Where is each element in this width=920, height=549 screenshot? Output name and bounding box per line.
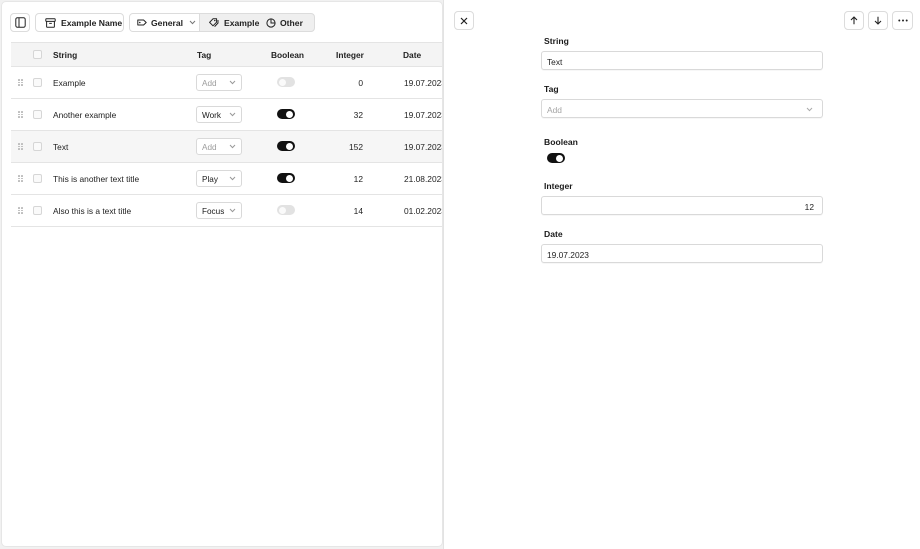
cell-boolean-toggle[interactable] [277,205,295,215]
sidebar-toggle-button[interactable] [10,13,30,32]
previous-record-button[interactable] [844,11,864,30]
example-label: Example [224,17,260,28]
date-input-value: 19.07.2023 [547,249,589,260]
cell-integer[interactable]: 14 [311,206,363,216]
table-row[interactable]: Another example Work 32 19.07.2023 [11,99,442,131]
column-header-tag[interactable]: Tag [197,50,211,60]
table-row[interactable]: This is another text title Play 12 21.08… [11,163,442,195]
drag-handle-icon[interactable] [18,175,23,182]
cell-tag-value: Add [202,142,217,152]
cell-boolean-toggle[interactable] [277,141,295,151]
cell-date[interactable]: 19.07.2023 [404,78,442,88]
other-tab[interactable]: Other [266,14,314,31]
archive-icon [45,17,56,28]
table-row[interactable]: Also this is a text title Focus 14 01.02… [11,195,442,227]
cell-date[interactable]: 01.02.2023 [404,206,442,216]
cell-tag-value: Add [202,78,217,88]
cell-integer[interactable]: 12 [311,174,363,184]
cell-tag-select[interactable]: Focus [196,202,242,219]
cell-tag-value: Play [202,174,218,184]
chevron-down-icon [229,80,236,85]
tag-select-placeholder: Add [547,104,562,115]
chevron-down-icon [189,20,196,25]
close-button[interactable] [454,11,474,30]
row-checkbox[interactable] [33,142,42,151]
cell-string[interactable]: Another example [53,110,116,120]
row-checkbox[interactable] [33,110,42,119]
row-checkbox[interactable] [33,174,42,183]
chevron-down-icon [229,144,236,149]
cell-tag-select[interactable]: Work [196,106,242,123]
detail-panel: String Text Tag Add Boolean Integer 12 D… [443,0,920,549]
select-all-checkbox[interactable] [33,50,42,59]
date-input[interactable]: 19.07.2023 [541,244,823,263]
row-checkbox[interactable] [33,206,42,215]
string-input-value: Text [547,56,563,67]
chevron-down-icon [229,208,236,213]
view-switcher: General Example Other [129,13,315,32]
tags-icon [209,17,219,27]
cell-tag-value: Focus [202,206,225,216]
example-name-button[interactable]: Example Name [35,13,124,32]
chevron-down-icon [806,107,813,112]
cell-tag-select[interactable]: Play [196,170,242,187]
integer-input[interactable]: 12 [541,196,823,215]
column-header-integer[interactable]: Integer [336,50,364,60]
tag-select[interactable]: Add [541,99,823,118]
example-tab[interactable]: Example [209,14,266,31]
cell-date[interactable]: 19.07.2023 [404,110,442,120]
drag-handle-icon[interactable] [18,111,23,118]
date-field-label: Date [544,229,563,239]
cell-string[interactable]: Example [53,78,86,88]
more-options-button[interactable] [892,11,913,30]
general-label: General [151,17,184,28]
table-header: String Tag Boolean Integer Date [11,42,442,67]
row-checkbox[interactable] [33,78,42,87]
chevron-down-icon [229,112,236,117]
tag-icon [137,19,147,26]
cell-string[interactable]: This is another text title [53,174,139,184]
sidebar-toggle-icon [14,17,26,28]
drag-handle-icon[interactable] [18,143,23,150]
drag-handle-icon[interactable] [18,207,23,214]
boolean-toggle[interactable] [547,153,565,163]
arrow-down-icon [874,16,882,25]
other-label: Other [280,17,303,28]
integer-input-value: 12 [804,201,814,212]
string-field-label: String [544,36,569,46]
cell-integer[interactable]: 32 [311,110,363,120]
integer-field-label: Integer [544,181,573,191]
close-icon [460,17,468,24]
cell-tag-select[interactable]: Add [196,74,242,91]
example-name-label: Example Name [61,17,123,28]
more-icon [897,19,908,22]
cell-boolean-toggle[interactable] [277,173,295,183]
cell-boolean-toggle[interactable] [277,109,295,119]
cell-string[interactable]: Text [53,142,68,152]
table-panel: Example Name General Example Other Strin… [1,1,443,547]
drag-handle-icon[interactable] [18,79,23,86]
cell-tag-value: Work [202,110,221,120]
cell-boolean-toggle[interactable] [277,77,295,87]
pie-chart-icon [266,17,276,28]
cell-date[interactable]: 19.07.2023 [404,142,442,152]
column-header-date[interactable]: Date [403,50,421,60]
boolean-field-label: Boolean [544,137,578,147]
general-dropdown[interactable]: General [130,14,200,31]
table-row[interactable]: Example Add 0 19.07.2023 [11,67,442,99]
next-record-button[interactable] [868,11,888,30]
table-row[interactable]: Text Add 152 19.07.2023 [11,131,442,163]
cell-date[interactable]: 21.08.2023 [404,174,442,184]
string-input[interactable]: Text [541,51,823,70]
tag-field-label: Tag [544,84,559,94]
cell-string[interactable]: Also this is a text title [53,206,131,216]
chevron-down-icon [229,176,236,181]
arrow-up-icon [850,16,858,25]
cell-integer[interactable]: 0 [311,78,363,88]
column-header-boolean[interactable]: Boolean [271,50,304,60]
cell-integer[interactable]: 152 [311,142,363,152]
column-header-string[interactable]: String [53,50,77,60]
cell-tag-select[interactable]: Add [196,138,242,155]
